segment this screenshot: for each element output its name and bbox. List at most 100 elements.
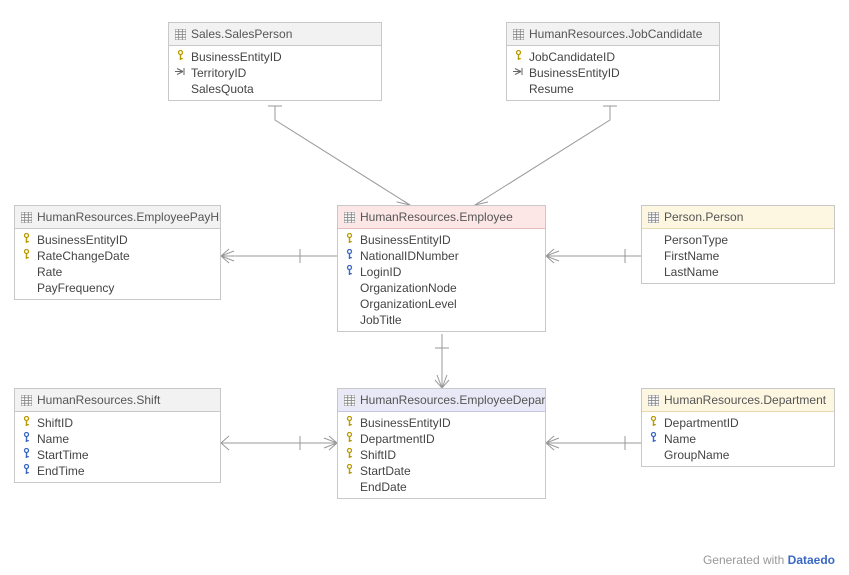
column-list: JobCandidateIDBusinessEntityIDResume (507, 46, 719, 100)
column-name: DepartmentID (664, 416, 739, 430)
entity-salesperson[interactable]: Sales.SalesPerson BusinessEntityID Territ… (168, 22, 382, 101)
column-row[interactable]: DepartmentID (338, 431, 545, 447)
column-row[interactable]: BusinessEntityID (507, 65, 719, 81)
column-row[interactable]: EndDate (338, 479, 545, 495)
table-icon (648, 212, 659, 223)
column-row[interactable]: PayFrequency (15, 280, 220, 296)
column-row[interactable]: DepartmentID (642, 415, 834, 431)
unique-key-icon (21, 464, 32, 478)
column-row[interactable]: ShiftID (15, 415, 220, 431)
column-row[interactable]: RateChangeDate (15, 248, 220, 264)
column-name: ShiftID (37, 416, 73, 430)
entity-header: HumanResources.Shift (15, 389, 220, 412)
unique-key-icon (648, 432, 659, 446)
primary-key-icon (513, 50, 524, 64)
column-name: BusinessEntityID (360, 233, 451, 247)
column-row[interactable]: StartDate (338, 463, 545, 479)
entity-employeedepartment[interactable]: HumanResources.EmployeeDepar... Business… (337, 388, 546, 499)
column-name: TerritoryID (191, 66, 246, 80)
column-row[interactable]: StartTime (15, 447, 220, 463)
entity-department[interactable]: HumanResources.Department DepartmentID Na… (641, 388, 835, 467)
column-list: BusinessEntityIDDepartmentIDShiftID Start… (338, 412, 545, 498)
column-name: BusinessEntityID (37, 233, 128, 247)
column-name: NationalIDNumber (360, 249, 459, 263)
table-icon (21, 212, 32, 223)
entity-header: Sales.SalesPerson (169, 23, 381, 46)
column-row[interactable]: Resume (507, 81, 719, 97)
column-row[interactable]: EndTime (15, 463, 220, 479)
entity-title: HumanResources.EmployeePayHi... (37, 210, 220, 224)
unique-key-icon (344, 249, 355, 263)
entity-header: Person.Person (642, 206, 834, 229)
column-name: LastName (664, 265, 719, 279)
column-row[interactable]: FirstName (642, 248, 834, 264)
column-row[interactable]: TerritoryID (169, 65, 381, 81)
column-row[interactable]: ShiftID (338, 447, 545, 463)
column-row[interactable]: BusinessEntityID (338, 232, 545, 248)
table-icon (175, 29, 186, 40)
column-list: PersonTypeFirstNameLastName (642, 229, 834, 283)
column-row[interactable]: Rate (15, 264, 220, 280)
column-row[interactable]: OrganizationNode (338, 280, 545, 296)
column-name: RateChangeDate (37, 249, 130, 263)
entity-title: HumanResources.Department (664, 393, 826, 407)
table-icon (513, 29, 524, 40)
column-name: ShiftID (360, 448, 396, 462)
column-row[interactable]: OrganizationLevel (338, 296, 545, 312)
column-list: BusinessEntityID NationalIDNumber LoginID O… (338, 229, 545, 331)
column-row[interactable]: BusinessEntityID (169, 49, 381, 65)
primary-key-icon (21, 233, 32, 247)
footer-attribution: Generated with Dataedo (703, 553, 835, 567)
primary-key-icon (175, 50, 186, 64)
footer-brand-link[interactable]: Dataedo (788, 553, 835, 567)
entity-header: HumanResources.JobCandidate (507, 23, 719, 46)
column-list: BusinessEntityID TerritoryID SalesQuota (169, 46, 381, 100)
column-name: OrganizationLevel (360, 297, 457, 311)
table-icon (344, 395, 355, 406)
entity-title: HumanResources.JobCandidate (529, 27, 702, 41)
column-row[interactable]: PersonType (642, 232, 834, 248)
entity-title: HumanResources.EmployeeDepar... (360, 393, 545, 407)
column-name: OrganizationNode (360, 281, 457, 295)
unique-key-icon (344, 265, 355, 279)
primary-key-icon (344, 416, 355, 430)
column-list: BusinessEntityID RateChangeDateRatePayFre… (15, 229, 220, 299)
column-name: JobTitle (360, 313, 402, 327)
column-name: BusinessEntityID (191, 50, 282, 64)
column-row[interactable]: GroupName (642, 447, 834, 463)
primary-key-icon (344, 448, 355, 462)
entity-employeepayhistory[interactable]: HumanResources.EmployeePayHi... Business… (14, 205, 221, 300)
column-name: PayFrequency (37, 281, 114, 295)
column-row[interactable]: JobCandidateID (507, 49, 719, 65)
primary-key-icon (648, 416, 659, 430)
column-name: Name (37, 432, 69, 446)
footer-text: Generated with (703, 553, 788, 567)
column-list: DepartmentID NameGroupName (642, 412, 834, 466)
column-row[interactable]: LoginID (338, 264, 545, 280)
column-row[interactable]: NationalIDNumber (338, 248, 545, 264)
entity-title: Person.Person (664, 210, 743, 224)
entity-title: Sales.SalesPerson (191, 27, 292, 41)
column-row[interactable]: BusinessEntityID (15, 232, 220, 248)
entity-employee[interactable]: HumanResources.Employee BusinessEntityID… (337, 205, 546, 332)
column-name: Name (664, 432, 696, 446)
column-row[interactable]: Name (642, 431, 834, 447)
column-name: StartDate (360, 464, 411, 478)
primary-key-icon (344, 464, 355, 478)
entity-person[interactable]: Person.Person PersonTypeFirstNameLastNam… (641, 205, 835, 284)
entity-shift[interactable]: HumanResources.Shift ShiftID NameStartTim… (14, 388, 221, 483)
column-row[interactable]: LastName (642, 264, 834, 280)
entity-jobcandidate[interactable]: HumanResources.JobCandidate JobCandidate… (506, 22, 720, 101)
column-row[interactable]: BusinessEntityID (338, 415, 545, 431)
entity-title: HumanResources.Employee (360, 210, 513, 224)
entity-header: HumanResources.EmployeeDepar... (338, 389, 545, 412)
primary-key-icon (21, 249, 32, 263)
column-name: PersonType (664, 233, 728, 247)
foreign-key-icon (513, 67, 524, 79)
column-name: SalesQuota (191, 82, 254, 96)
column-row[interactable]: Name (15, 431, 220, 447)
column-name: LoginID (360, 265, 401, 279)
table-icon (648, 395, 659, 406)
column-row[interactable]: JobTitle (338, 312, 545, 328)
column-row[interactable]: SalesQuota (169, 81, 381, 97)
